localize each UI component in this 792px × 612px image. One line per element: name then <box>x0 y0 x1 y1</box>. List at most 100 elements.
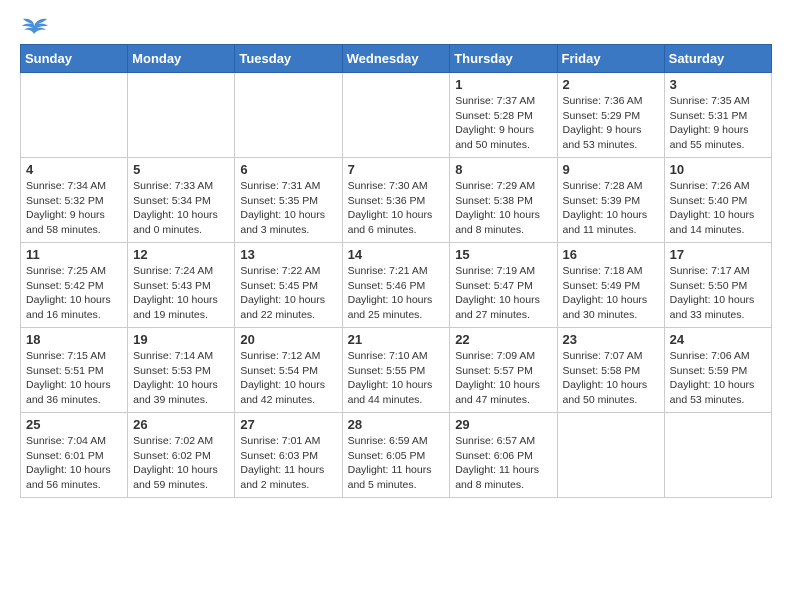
day-number: 8 <box>455 162 551 177</box>
day-number: 15 <box>455 247 551 262</box>
week-row-5: 25 Sunrise: 7:04 AM Sunset: 6:01 PM Dayli… <box>21 413 772 498</box>
logo-bird-icon <box>20 16 48 36</box>
day-info: Sunrise: 7:01 AM Sunset: 6:03 PM Dayligh… <box>240 434 336 493</box>
day-info: Sunrise: 7:10 AM Sunset: 5:55 PM Dayligh… <box>348 349 445 408</box>
day-number: 3 <box>670 77 766 92</box>
calendar-cell: 24 Sunrise: 7:06 AM Sunset: 5:59 PM Dayli… <box>664 328 771 413</box>
weekday-header-thursday: Thursday <box>450 45 557 73</box>
calendar-table: SundayMondayTuesdayWednesdayThursdayFrid… <box>20 44 772 498</box>
day-number: 27 <box>240 417 336 432</box>
calendar-cell: 13 Sunrise: 7:22 AM Sunset: 5:45 PM Dayli… <box>235 243 342 328</box>
day-number: 13 <box>240 247 336 262</box>
day-info: Sunrise: 7:31 AM Sunset: 5:35 PM Dayligh… <box>240 179 336 238</box>
day-info: Sunrise: 7:19 AM Sunset: 5:47 PM Dayligh… <box>455 264 551 323</box>
day-number: 10 <box>670 162 766 177</box>
calendar-cell: 22Sunrise: 7:09 AM Sunset: 5:57 PM Dayli… <box>450 328 557 413</box>
day-number: 4 <box>26 162 122 177</box>
day-number: 2 <box>563 77 659 92</box>
calendar-cell <box>235 73 342 158</box>
calendar-cell: 4 Sunrise: 7:34 AM Sunset: 5:32 PM Daylig… <box>21 158 128 243</box>
day-info: Sunrise: 7:26 AM Sunset: 5:40 PM Dayligh… <box>670 179 766 238</box>
day-info: Sunrise: 7:09 AM Sunset: 5:57 PM Dayligh… <box>455 349 551 408</box>
calendar-cell: 29 Sunrise: 6:57 AM Sunset: 6:06 PM Dayli… <box>450 413 557 498</box>
calendar-cell: 3 Sunrise: 7:35 AM Sunset: 5:31 PM Daylig… <box>664 73 771 158</box>
day-info: Sunrise: 7:28 AM Sunset: 5:39 PM Dayligh… <box>563 179 659 238</box>
day-number: 12 <box>133 247 229 262</box>
day-number: 1 <box>455 77 551 92</box>
calendar-cell: 1 Sunrise: 7:37 AM Sunset: 5:28 PM Daylig… <box>450 73 557 158</box>
weekday-header-monday: Monday <box>128 45 235 73</box>
calendar-cell: 27 Sunrise: 7:01 AM Sunset: 6:03 PM Dayli… <box>235 413 342 498</box>
day-number: 28 <box>348 417 445 432</box>
day-info: Sunrise: 7:29 AM Sunset: 5:38 PM Dayligh… <box>455 179 551 238</box>
day-info: Sunrise: 7:25 AM Sunset: 5:42 PM Dayligh… <box>26 264 122 323</box>
calendar-cell: 16 Sunrise: 7:18 AM Sunset: 5:49 PM Dayli… <box>557 243 664 328</box>
day-number: 14 <box>348 247 445 262</box>
calendar-cell: 28 Sunrise: 6:59 AM Sunset: 6:05 PM Dayli… <box>342 413 450 498</box>
day-info: Sunrise: 6:57 AM Sunset: 6:06 PM Dayligh… <box>455 434 551 493</box>
day-number: 7 <box>348 162 445 177</box>
calendar-cell <box>342 73 450 158</box>
weekday-header-wednesday: Wednesday <box>342 45 450 73</box>
calendar-cell: 25 Sunrise: 7:04 AM Sunset: 6:01 PM Dayli… <box>21 413 128 498</box>
day-info: Sunrise: 7:35 AM Sunset: 5:31 PM Dayligh… <box>670 94 766 153</box>
day-info: Sunrise: 7:24 AM Sunset: 5:43 PM Dayligh… <box>133 264 229 323</box>
day-number: 24 <box>670 332 766 347</box>
day-number: 17 <box>670 247 766 262</box>
calendar-cell: 14 Sunrise: 7:21 AM Sunset: 5:46 PM Dayli… <box>342 243 450 328</box>
calendar-cell: 18 Sunrise: 7:15 AM Sunset: 5:51 PM Dayli… <box>21 328 128 413</box>
day-number: 18 <box>26 332 122 347</box>
day-info: Sunrise: 7:34 AM Sunset: 5:32 PM Dayligh… <box>26 179 122 238</box>
day-info: Sunrise: 7:12 AM Sunset: 5:54 PM Dayligh… <box>240 349 336 408</box>
calendar-cell: 15 Sunrise: 7:19 AM Sunset: 5:47 PM Dayli… <box>450 243 557 328</box>
calendar-cell: 2 Sunrise: 7:36 AM Sunset: 5:29 PM Daylig… <box>557 73 664 158</box>
day-info: Sunrise: 7:15 AM Sunset: 5:51 PM Dayligh… <box>26 349 122 408</box>
calendar-cell: 21Sunrise: 7:10 AM Sunset: 5:55 PM Dayli… <box>342 328 450 413</box>
week-row-1: 1 Sunrise: 7:37 AM Sunset: 5:28 PM Daylig… <box>21 73 772 158</box>
day-info: Sunrise: 7:14 AM Sunset: 5:53 PM Dayligh… <box>133 349 229 408</box>
calendar-cell: 5Sunrise: 7:33 AM Sunset: 5:34 PM Daylig… <box>128 158 235 243</box>
day-number: 11 <box>26 247 122 262</box>
week-row-2: 4 Sunrise: 7:34 AM Sunset: 5:32 PM Daylig… <box>21 158 772 243</box>
day-info: Sunrise: 7:36 AM Sunset: 5:29 PM Dayligh… <box>563 94 659 153</box>
day-info: Sunrise: 7:37 AM Sunset: 5:28 PM Dayligh… <box>455 94 551 153</box>
calendar-cell <box>128 73 235 158</box>
day-info: Sunrise: 6:59 AM Sunset: 6:05 PM Dayligh… <box>348 434 445 493</box>
calendar-cell: 10 Sunrise: 7:26 AM Sunset: 5:40 PM Dayli… <box>664 158 771 243</box>
calendar-cell <box>21 73 128 158</box>
day-number: 25 <box>26 417 122 432</box>
calendar-cell: 6 Sunrise: 7:31 AM Sunset: 5:35 PM Daylig… <box>235 158 342 243</box>
calendar-cell: 19Sunrise: 7:14 AM Sunset: 5:53 PM Dayli… <box>128 328 235 413</box>
day-number: 29 <box>455 417 551 432</box>
day-number: 6 <box>240 162 336 177</box>
day-number: 5 <box>133 162 229 177</box>
weekday-header-tuesday: Tuesday <box>235 45 342 73</box>
calendar-cell: 26Sunrise: 7:02 AM Sunset: 6:02 PM Dayli… <box>128 413 235 498</box>
weekday-header-row: SundayMondayTuesdayWednesdayThursdayFrid… <box>21 45 772 73</box>
day-info: Sunrise: 7:07 AM Sunset: 5:58 PM Dayligh… <box>563 349 659 408</box>
day-info: Sunrise: 7:21 AM Sunset: 5:46 PM Dayligh… <box>348 264 445 323</box>
week-row-3: 11 Sunrise: 7:25 AM Sunset: 5:42 PM Dayli… <box>21 243 772 328</box>
day-number: 9 <box>563 162 659 177</box>
day-info: Sunrise: 7:04 AM Sunset: 6:01 PM Dayligh… <box>26 434 122 493</box>
calendar-cell: 17 Sunrise: 7:17 AM Sunset: 5:50 PM Dayli… <box>664 243 771 328</box>
day-info: Sunrise: 7:17 AM Sunset: 5:50 PM Dayligh… <box>670 264 766 323</box>
day-info: Sunrise: 7:30 AM Sunset: 5:36 PM Dayligh… <box>348 179 445 238</box>
day-number: 16 <box>563 247 659 262</box>
calendar-cell: 12 Sunrise: 7:24 AM Sunset: 5:43 PM Dayli… <box>128 243 235 328</box>
calendar-cell: 11 Sunrise: 7:25 AM Sunset: 5:42 PM Dayli… <box>21 243 128 328</box>
calendar-cell: 9 Sunrise: 7:28 AM Sunset: 5:39 PM Daylig… <box>557 158 664 243</box>
weekday-header-friday: Friday <box>557 45 664 73</box>
weekday-header-sunday: Sunday <box>21 45 128 73</box>
day-info: Sunrise: 7:06 AM Sunset: 5:59 PM Dayligh… <box>670 349 766 408</box>
calendar-cell <box>557 413 664 498</box>
calendar-cell: 20Sunrise: 7:12 AM Sunset: 5:54 PM Dayli… <box>235 328 342 413</box>
calendar-cell: 8 Sunrise: 7:29 AM Sunset: 5:38 PM Daylig… <box>450 158 557 243</box>
week-row-4: 18 Sunrise: 7:15 AM Sunset: 5:51 PM Dayli… <box>21 328 772 413</box>
logo <box>20 16 52 36</box>
weekday-header-saturday: Saturday <box>664 45 771 73</box>
calendar-cell <box>664 413 771 498</box>
day-number: 23 <box>563 332 659 347</box>
day-info: Sunrise: 7:18 AM Sunset: 5:49 PM Dayligh… <box>563 264 659 323</box>
day-info: Sunrise: 7:22 AM Sunset: 5:45 PM Dayligh… <box>240 264 336 323</box>
